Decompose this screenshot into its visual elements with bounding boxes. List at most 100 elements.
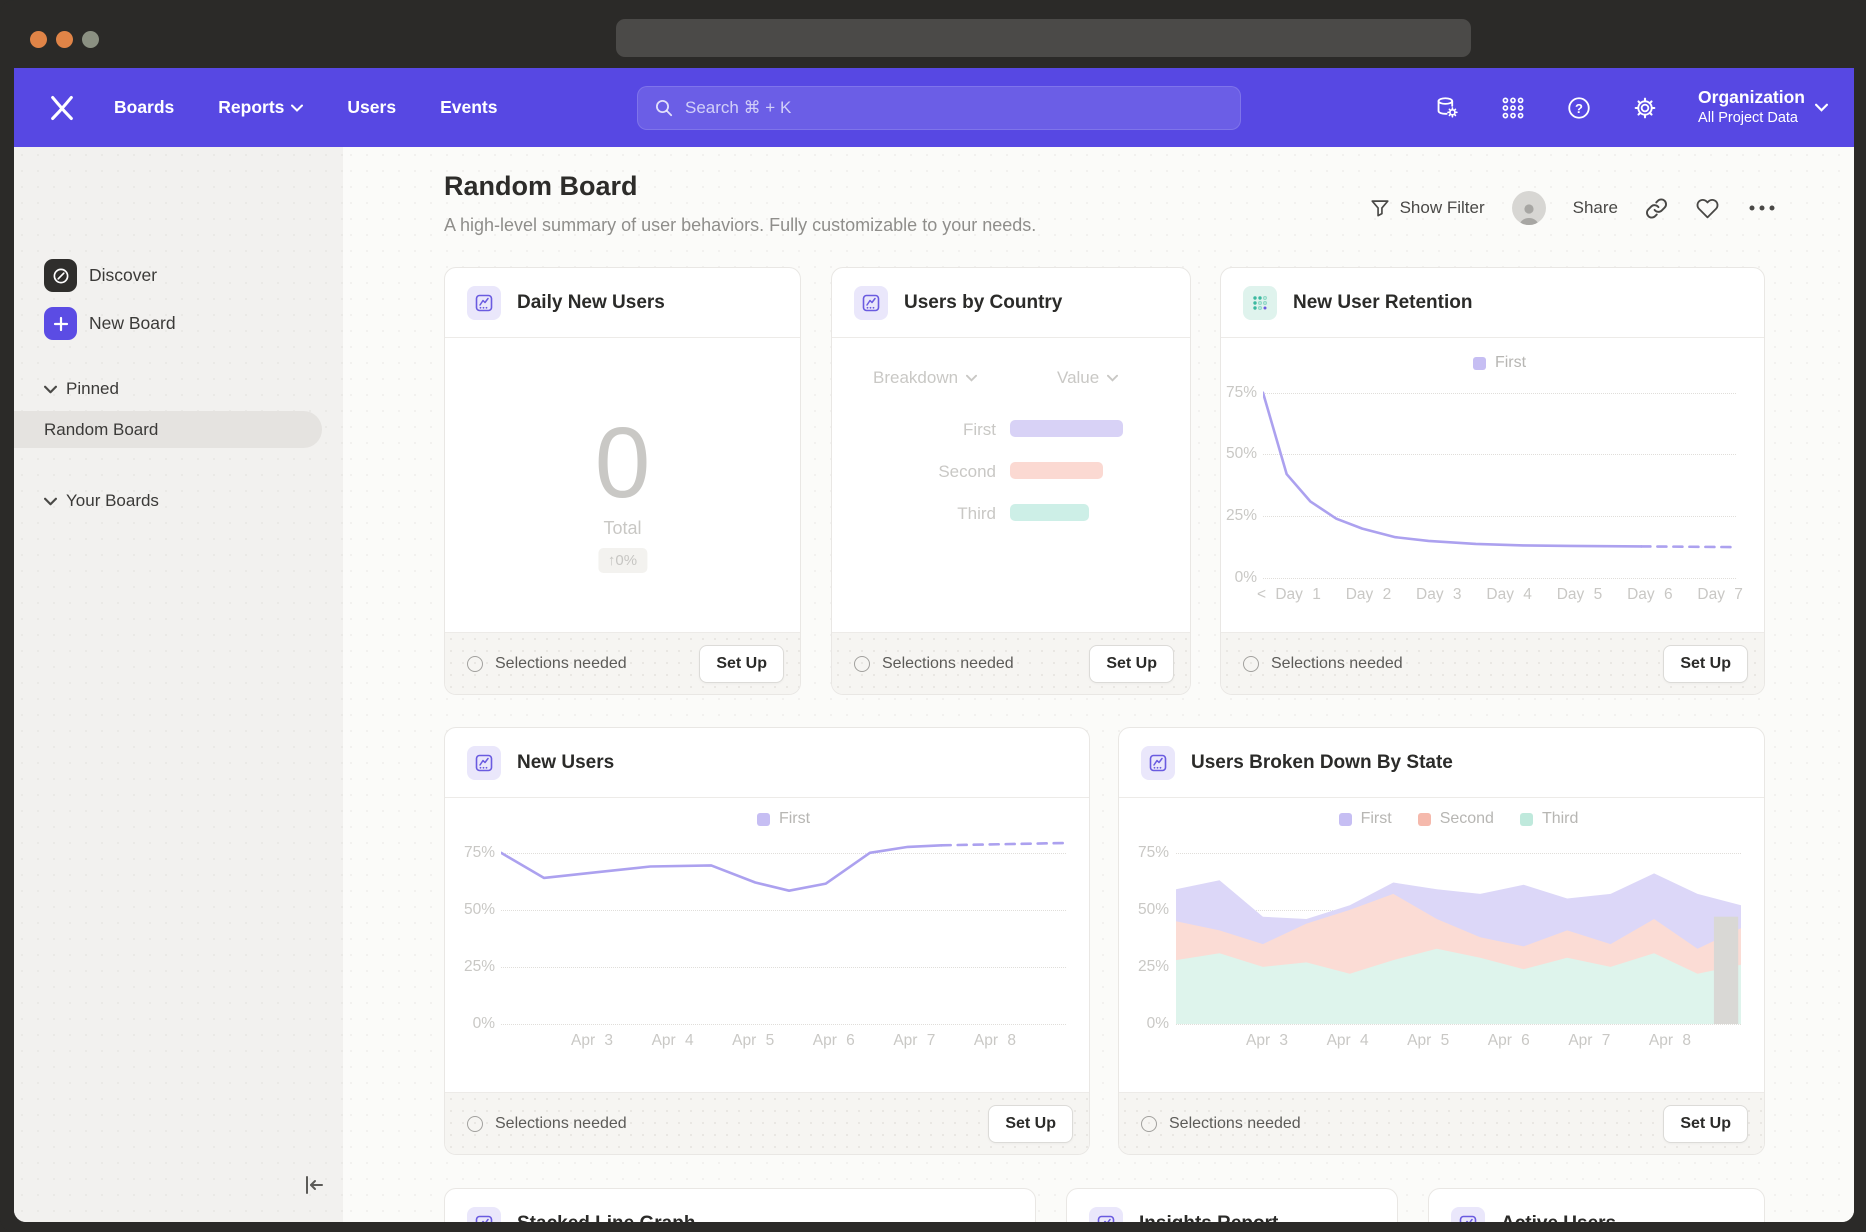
status-circle-icon: [854, 656, 870, 672]
breakdown-dropdown[interactable]: Breakdown: [873, 368, 977, 388]
sidebar-section-pinned[interactable]: Pinned: [44, 379, 119, 399]
traffic-light-zoom[interactable]: [82, 31, 99, 48]
sidebar-item-new-board[interactable]: New Board: [44, 307, 176, 340]
insights-chart-icon: [854, 286, 888, 320]
card-stacked-line-graph: Stacked Line Graph: [444, 1188, 1036, 1222]
nav-item-boards[interactable]: Boards: [114, 97, 174, 118]
card-title: Users by Country: [904, 292, 1062, 314]
nav-item-reports[interactable]: Reports: [218, 97, 303, 118]
bar-second: [1010, 462, 1103, 479]
bar-label: Second: [872, 462, 996, 482]
card-new-users: New Users First 75% 50% 25% 0%: [444, 727, 1090, 1155]
card-users-by-state: Users Broken Down By State First Second …: [1118, 727, 1765, 1155]
browser-url-bar[interactable]: [616, 19, 1471, 57]
bar-third: [1010, 504, 1089, 521]
card-title: New User Retention: [1293, 292, 1472, 314]
insights-chart-icon: [1141, 746, 1175, 780]
y-axis-labels: 75% 50% 25% 0%: [1119, 830, 1169, 1024]
status-text: Selections needed: [495, 1115, 627, 1133]
data-management-icon[interactable]: [1434, 95, 1460, 121]
card-title: Daily New Users: [517, 292, 665, 314]
apps-grid-icon[interactable]: [1500, 95, 1526, 121]
bar-label: Third: [872, 504, 996, 524]
legend-item-second: Second: [1418, 810, 1494, 828]
value-dropdown[interactable]: Value: [1057, 368, 1118, 388]
status-text: Selections needed: [495, 655, 627, 673]
insights-chart-icon: [467, 286, 501, 320]
card-title: Users Broken Down By State: [1191, 752, 1453, 774]
search-input[interactable]: Search ⌘ + K: [637, 86, 1241, 130]
retention-grid-icon: [1243, 286, 1277, 320]
card-active-users: Active Users: [1428, 1188, 1765, 1222]
legend-swatch: [1418, 813, 1431, 826]
set-up-button[interactable]: Set Up: [1663, 645, 1748, 683]
set-up-button[interactable]: Set Up: [699, 645, 784, 683]
app-window: Boards Reports Users Events Search ⌘ + K: [14, 68, 1854, 1222]
insights-chart-icon: [1451, 1207, 1485, 1222]
org-switcher[interactable]: Organization All Project Data: [1698, 87, 1828, 128]
bar-label: First: [872, 420, 996, 440]
chevron-down-icon: [1107, 374, 1118, 382]
nav-item-events[interactable]: Events: [440, 97, 497, 118]
collapse-sidebar-icon[interactable]: [302, 1173, 326, 1197]
x-axis-labels: < Day 1Day 2 Day 3Day 4 Day 5Day 6 Day 7: [1257, 586, 1743, 604]
metric-delta-badge: ↑0%: [598, 548, 647, 573]
chevron-down-icon: [1815, 103, 1828, 112]
legend-item-third: Third: [1520, 810, 1578, 828]
insights-chart-icon: [1089, 1207, 1123, 1222]
card-users-by-country: Users by Country Breakdown Value First S…: [831, 267, 1191, 695]
legend-swatch: [1339, 813, 1352, 826]
board-canvas: Random Board A high-level summary of use…: [343, 147, 1854, 1222]
sidebar-item-label: Discover: [89, 265, 157, 286]
retention-chart-plot: [1263, 368, 1736, 578]
set-up-button[interactable]: Set Up: [1663, 1105, 1748, 1143]
chevron-down-icon: [44, 497, 57, 506]
more-options-icon[interactable]: [1747, 203, 1777, 213]
avatar[interactable]: [1512, 191, 1546, 225]
chevron-down-icon: [291, 104, 303, 112]
legend-item-first: First: [757, 810, 810, 828]
person-icon: [1516, 201, 1542, 225]
filter-funnel-icon: [1369, 197, 1391, 219]
status-text: Selections needed: [1271, 655, 1403, 673]
favorite-heart-icon[interactable]: [1695, 197, 1720, 220]
y-axis-labels: 75% 50% 25% 0%: [1221, 368, 1257, 578]
chevron-down-icon: [44, 385, 57, 394]
set-up-button[interactable]: Set Up: [988, 1105, 1073, 1143]
sidebar: Discover New Board Pinned Random Board: [14, 147, 343, 1222]
sidebar-item-label: New Board: [89, 313, 176, 334]
nav-item-users[interactable]: Users: [347, 97, 396, 118]
org-name: Organization: [1698, 87, 1805, 109]
bar-first: [1010, 420, 1123, 437]
traffic-light-minimize[interactable]: [56, 31, 73, 48]
help-icon[interactable]: ?: [1566, 95, 1592, 121]
set-up-button[interactable]: Set Up: [1089, 645, 1174, 683]
status-circle-icon: [467, 1116, 483, 1132]
card-title: Active Users: [1501, 1213, 1616, 1222]
traffic-light-close[interactable]: [30, 31, 47, 48]
show-filter-button[interactable]: Show Filter: [1369, 197, 1485, 219]
status-circle-icon: [467, 656, 483, 672]
sidebar-item-discover[interactable]: Discover: [44, 259, 157, 292]
search-placeholder: Search ⌘ + K: [685, 98, 791, 118]
card-title: New Users: [517, 752, 614, 774]
sidebar-section-your-boards[interactable]: Your Boards: [44, 491, 159, 511]
legend-swatch: [1520, 813, 1533, 826]
x-axis-labels: Apr 3Apr 4 Apr 5Apr 6 Apr 7Apr 8: [1176, 1032, 1741, 1050]
retention-line-chart: [1263, 368, 1736, 578]
sidebar-item-random-board[interactable]: Random Board: [14, 411, 322, 448]
chevron-down-icon: [966, 374, 977, 382]
share-button[interactable]: Share: [1573, 198, 1618, 218]
metric-value: 0: [445, 408, 800, 518]
insights-chart-icon: [467, 1207, 501, 1222]
state-stacked-area-chart: [1176, 830, 1741, 1024]
new-users-line-chart: [501, 830, 1066, 1024]
org-project: All Project Data: [1698, 109, 1805, 128]
copy-link-icon[interactable]: [1645, 197, 1668, 220]
legend-swatch: [757, 813, 770, 826]
mixpanel-logo-icon[interactable]: [48, 94, 76, 122]
card-title: Stacked Line Graph: [517, 1213, 695, 1222]
page-title: Random Board: [444, 171, 638, 202]
status-circle-icon: [1243, 656, 1259, 672]
settings-gear-icon[interactable]: [1632, 95, 1658, 121]
